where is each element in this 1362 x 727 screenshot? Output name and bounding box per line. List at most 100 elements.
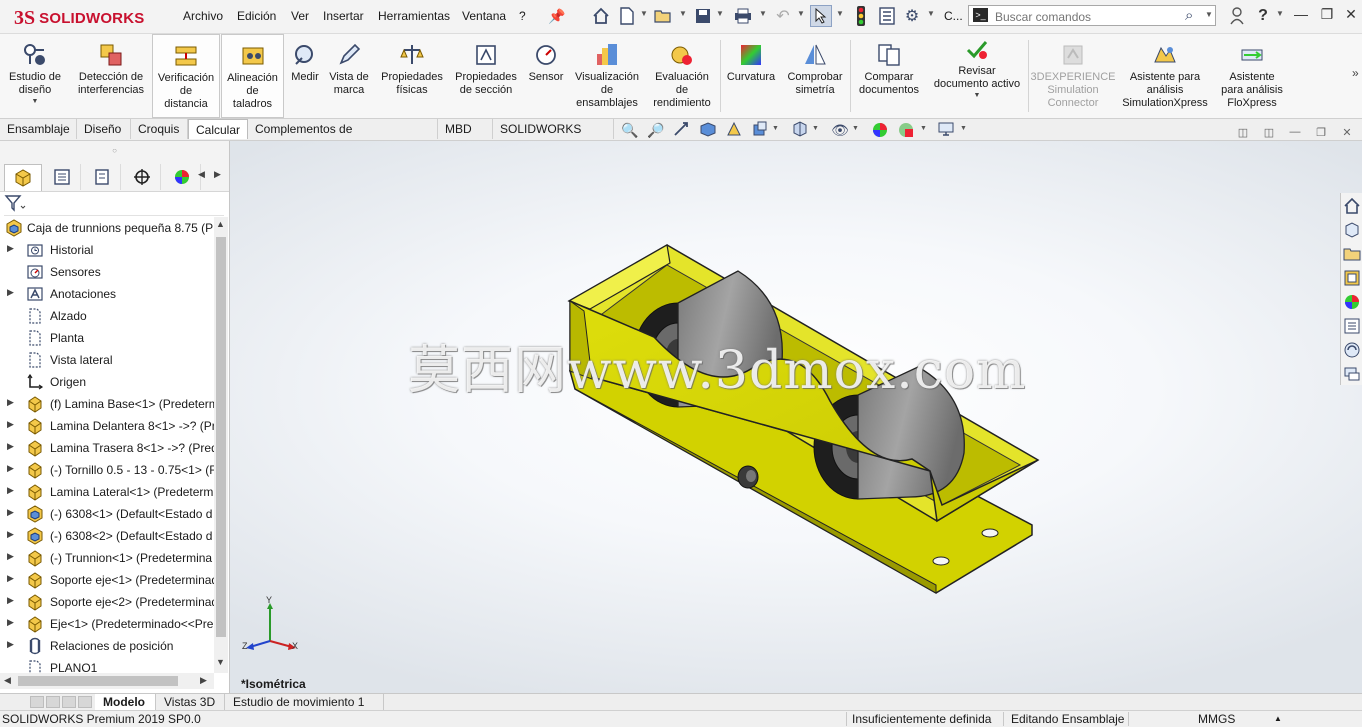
markup-view-button[interactable]: Vista de marca	[326, 34, 372, 118]
configuration-manager-tab[interactable]	[84, 164, 121, 190]
tree-item[interactable]: ▶ Soporte eje<2> (Predeterminad	[0, 591, 214, 613]
search-commands[interactable]: >_ ⌕ ▼	[968, 5, 1216, 26]
performance-evaluation-button[interactable]: Evaluación de rendimiento	[646, 34, 718, 118]
menu-edicion[interactable]: Edición	[237, 9, 276, 23]
chevron-down-icon[interactable]: ▼	[1276, 9, 1284, 18]
feature-manager-tab[interactable]	[4, 164, 42, 191]
tree-item[interactable]: ▶ Eje<1> (Predeterminado<<Pre	[0, 613, 214, 635]
minimize-icon[interactable]: —	[1286, 126, 1304, 140]
next-tab-icon[interactable]	[62, 696, 76, 708]
menu-ventana[interactable]: Ventana	[462, 9, 506, 23]
menu-herramientas[interactable]: Herramientas	[378, 9, 450, 23]
panel-grip[interactable]: ○	[0, 141, 229, 161]
minimize-icon[interactable]: —	[1290, 6, 1312, 26]
scroll-right-icon[interactable]: ▶	[200, 675, 207, 686]
chevron-down-icon[interactable]: ▼	[797, 9, 805, 18]
close-icon[interactable]: ✕	[1340, 6, 1362, 26]
restore-icon[interactable]: ❐	[1312, 126, 1330, 140]
home-icon[interactable]	[1343, 197, 1361, 215]
menu-ver[interactable]: Ver	[291, 9, 309, 23]
expand-arrow-icon[interactable]: ▶	[7, 551, 14, 562]
compare-documents-button[interactable]: Comparar documentos	[852, 34, 926, 118]
print-icon[interactable]	[732, 5, 754, 27]
undo-icon[interactable]: ↶	[772, 5, 794, 27]
graphics-area[interactable]: 莫西网www.3dmox.com Y X Z *Isométrica ◫ ◫ —…	[230, 126, 1362, 693]
tree-item[interactable]: PLANO1	[0, 657, 214, 673]
prev-tab-icon[interactable]	[46, 696, 60, 708]
zoom-area-icon[interactable]: 🔎	[646, 121, 666, 139]
property-manager-tab[interactable]	[44, 164, 81, 190]
tree-item[interactable]: ▶ (-) Tornillo 0.5 - 13 - 0.75<1> (F	[0, 459, 214, 481]
tree-item[interactable]: ▶ (-) 6308<1> (Default<Estado d	[0, 503, 214, 525]
ribbon-overflow-icon[interactable]: »	[1352, 66, 1359, 80]
tree-item[interactable]: ▶ Lamina Lateral<1> (Predeterm	[0, 481, 214, 503]
tree-root[interactable]: Caja de trunnions pequeña 8.75 (P	[0, 217, 214, 239]
apply-scene-icon[interactable]	[896, 121, 916, 139]
forum-icon[interactable]	[1343, 365, 1361, 383]
sensor-button[interactable]: Sensor	[524, 34, 568, 118]
quick-access-overflow[interactable]: C...	[944, 9, 963, 23]
solidworks-logo[interactable]: 3S SOLIDWORKS	[14, 6, 154, 30]
chevron-down-icon[interactable]: ▼	[32, 98, 39, 105]
chevron-down-icon[interactable]: ▼	[640, 9, 648, 18]
tree-item[interactable]: Origen	[0, 371, 214, 393]
tab-calcular[interactable]: Calcular	[188, 119, 248, 139]
view-palette-icon[interactable]	[1343, 269, 1361, 287]
curvature-button[interactable]: Curvatura	[722, 34, 780, 118]
chevron-down-icon[interactable]: ▼	[927, 9, 935, 18]
tab-mbd[interactable]: MBD	[438, 119, 493, 139]
custom-properties-icon[interactable]	[1343, 317, 1361, 335]
tree-item[interactable]: ▶ Relaciones de posición	[0, 635, 214, 657]
check-symmetry-button[interactable]: Comprobar simetría	[782, 34, 848, 118]
hide-show-icon[interactable]: 👁	[830, 121, 850, 139]
open-icon[interactable]	[652, 5, 674, 27]
expand-arrow-icon[interactable]: ▶	[7, 507, 14, 518]
tree-item[interactable]: ▶ Soporte eje<1> (Predeterminad	[0, 569, 214, 591]
display-style-icon[interactable]	[790, 121, 810, 139]
chevron-up-icon[interactable]: ▲	[1274, 714, 1282, 723]
tree-filter[interactable]	[4, 193, 224, 216]
chevron-down-icon[interactable]: ▼	[772, 125, 779, 132]
tree-item[interactable]: ▶ (-) Trunnion<1> (Predetermina	[0, 547, 214, 569]
section-view-icon[interactable]	[698, 121, 718, 139]
tab-croquis[interactable]: Croquis	[131, 119, 188, 139]
close-icon[interactable]: ✕	[1338, 126, 1356, 140]
interference-detection-button[interactable]: Detección de interferencias	[72, 34, 150, 118]
gear-icon[interactable]: ⚙	[901, 5, 923, 27]
chevron-down-icon[interactable]: ▼	[759, 9, 767, 18]
expand-arrow-icon[interactable]: ▶	[7, 485, 14, 496]
expand-arrow-icon[interactable]: ▶	[7, 287, 14, 298]
zoom-to-fit-icon[interactable]: 🔍	[620, 121, 640, 139]
tree-item[interactable]: Vista lateral	[0, 349, 214, 371]
dynamic-annotation-icon[interactable]	[724, 121, 744, 139]
tree-item[interactable]: Sensores	[0, 261, 214, 283]
tree-item[interactable]: ▶ Lamina Delantera 8<1> ->? (Pr	[0, 415, 214, 437]
scrollbar-thumb[interactable]	[216, 237, 226, 637]
chevron-down-icon[interactable]: ▼	[920, 125, 927, 132]
mass-properties-button[interactable]: Propiedades físicas	[376, 34, 448, 118]
last-tab-icon[interactable]	[78, 696, 92, 708]
tree-item[interactable]: ▶ Anotaciones	[0, 283, 214, 305]
menu-archivo[interactable]: Archivo	[183, 9, 223, 23]
simulationxpress-button[interactable]: Asistente para análisis SimulationXpress	[1116, 34, 1214, 118]
tree-item[interactable]: ▶ Lamina Trasera 8<1> ->? (Pred	[0, 437, 214, 459]
previous-view-icon[interactable]	[672, 121, 692, 139]
restore-icon[interactable]: ❐	[1316, 6, 1338, 26]
view-settings-icon[interactable]	[936, 121, 956, 139]
chevron-down-icon[interactable]: ▼	[852, 125, 859, 132]
tree-item[interactable]: ▶ (-) 6308<2> (Default<Estado d	[0, 525, 214, 547]
file-properties-icon[interactable]	[876, 5, 898, 27]
check-active-document-button[interactable]: Revisar documento activo ▼	[928, 34, 1026, 118]
expand-arrow-icon[interactable]: ▶	[7, 419, 14, 430]
expand-arrow-icon[interactable]: ▶	[7, 529, 14, 540]
first-tab-icon[interactable]	[30, 696, 44, 708]
tree-item[interactable]: ▶ (f) Lamina Base<1> (Predeterm	[0, 393, 214, 415]
scrollbar-thumb[interactable]	[18, 676, 178, 686]
viewport-tile-left-icon[interactable]: ◫	[1234, 126, 1252, 140]
expand-arrow-icon[interactable]: ▶	[7, 617, 14, 628]
scroll-up-icon[interactable]: ▲	[216, 219, 225, 229]
expand-arrow-icon[interactable]: ▶	[7, 441, 14, 452]
chevron-down-icon[interactable]: ▼	[1205, 10, 1213, 19]
search-input[interactable]	[993, 7, 1187, 26]
chevron-down-icon[interactable]: ▼	[716, 9, 724, 18]
